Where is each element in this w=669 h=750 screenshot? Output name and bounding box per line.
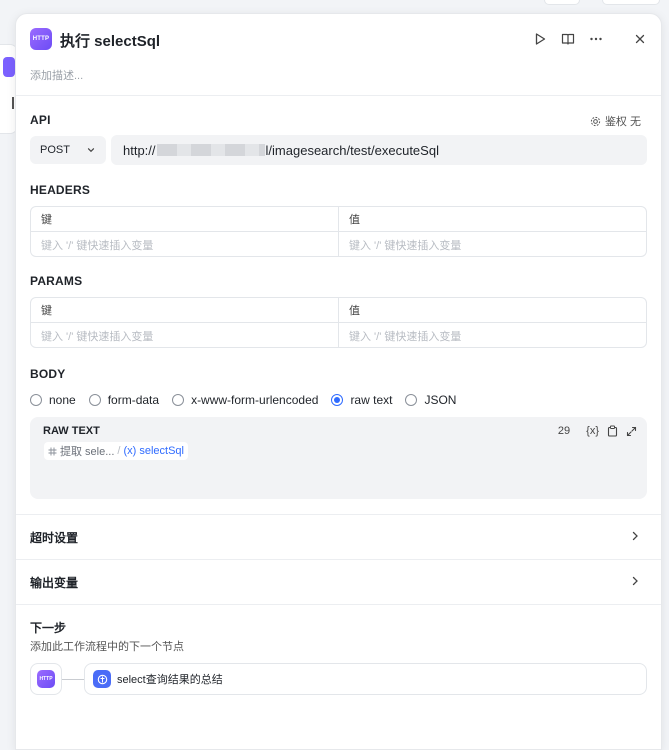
radio-circle-selected [331, 394, 344, 406]
node-description-input[interactable]: 添加描述... [30, 67, 83, 83]
radio-label: JSON [424, 393, 457, 407]
radio-circle [172, 394, 185, 406]
close-icon [635, 34, 645, 44]
url-prefix: http:// [123, 142, 156, 158]
header-actions [529, 28, 651, 50]
background-node-glyph [12, 97, 14, 109]
gear-icon [590, 116, 601, 126]
params-value-input[interactable]: 键入 '/' 键快速插入变量 [338, 323, 646, 348]
radio-circle [30, 394, 42, 406]
run-button[interactable] [529, 28, 551, 50]
timeout-settings-label: 超时设置 [30, 530, 79, 545]
radio-label: x-www-form-urlencoded [191, 393, 319, 407]
chevron-right-icon [632, 576, 638, 586]
next-step-target-label: select查询结果的总结 [117, 674, 223, 686]
http-node-icon: HTTP [30, 28, 52, 50]
brain-icon [97, 674, 107, 684]
output-variables-label: 输出变量 [30, 575, 79, 590]
section-divider [16, 604, 661, 605]
radio-label: form-data [107, 393, 160, 407]
body-type-none[interactable]: none [30, 393, 76, 407]
headers-table-row: 键入 '/' 键快速插入变量 键入 '/' 键快速插入变量 [31, 232, 646, 257]
headers-table-header: 键 值 [31, 207, 646, 232]
chip-variable-name: (x) selectSql [123, 445, 184, 457]
headers-key-input[interactable]: 键入 '/' 键快速插入变量 [31, 232, 338, 257]
chip-separator: / [117, 445, 121, 457]
http-node-icon: HTTP [37, 670, 55, 688]
api-section-label: API [30, 113, 51, 127]
background-node-icon [3, 57, 15, 77]
close-button[interactable] [629, 28, 651, 50]
radio-circle [405, 394, 418, 406]
params-section-label: PARAMS [30, 274, 83, 288]
help-docs-button[interactable] [557, 28, 579, 50]
headers-value-input[interactable]: 键入 '/' 键快速插入变量 [338, 232, 646, 257]
params-value-header: 值 [338, 298, 646, 322]
body-type-urlencoded[interactable]: x-www-form-urlencoded [172, 393, 318, 407]
radio-circle [88, 394, 101, 406]
params-table-header: 键 值 [31, 298, 646, 323]
body-type-radio-group: none form-data x-www-form-urlencoded raw… [30, 393, 469, 407]
next-step-source-node: HTTP [30, 663, 62, 695]
body-type-raw-text[interactable]: raw text [331, 393, 392, 407]
header-divider [613, 28, 623, 50]
grid-icon [48, 447, 57, 455]
chip-source-node: 提取 sele... [60, 446, 115, 458]
raw-text-editor[interactable]: RAW TEXT 29 {x} 提取 sele... / (x) selectS… [30, 417, 647, 499]
http-method-value: POST [40, 144, 70, 156]
background-toolbar-button[interactable] [602, 0, 660, 5]
auth-label: 鉴权 无 [604, 116, 641, 128]
book-icon [561, 33, 575, 45]
char-count: 29 [557, 425, 571, 437]
radio-label: raw text [350, 393, 393, 407]
body-type-form-data[interactable]: form-data [88, 393, 160, 407]
url-input[interactable]: http:// l/imagesearch/test/executeSql [111, 135, 647, 165]
node-config-panel: HTTP 执行 selectSql 添加描述... API 鉴权 无 POST [15, 13, 662, 750]
more-button[interactable] [585, 28, 607, 50]
headers-key-header: 键 [41, 214, 52, 226]
raw-text-title: RAW TEXT [43, 425, 100, 437]
expand-icon[interactable] [626, 426, 637, 437]
next-step-description: 添加此工作流程中的下一个节点 [30, 641, 184, 653]
chevron-right-icon [632, 531, 638, 541]
background-toolbar-button[interactable] [544, 0, 580, 5]
params-table: 键 值 键入 '/' 键快速插入变量 键入 '/' 键快速插入变量 [30, 297, 647, 348]
node-title[interactable]: 执行 selectSql [60, 30, 160, 51]
params-key-input[interactable]: 键入 '/' 键快速插入变量 [31, 323, 338, 348]
copy-icon[interactable] [607, 425, 618, 437]
body-type-json[interactable]: JSON [405, 393, 456, 407]
radio-label: none [49, 393, 76, 407]
auth-settings-button[interactable]: 鉴权 无 [590, 113, 641, 129]
variable-chip[interactable]: 提取 sele... / (x) selectSql [44, 442, 188, 460]
next-step-title: 下一步 [30, 621, 67, 635]
insert-variable-button[interactable]: {x} [586, 425, 599, 437]
headers-section-label: HEADERS [30, 183, 91, 197]
more-horizontal-icon [590, 37, 602, 41]
url-path: l/imagesearch/test/executeSql [265, 142, 439, 158]
chevron-down-icon [87, 148, 95, 153]
headers-table: 键 值 键入 '/' 键快速插入变量 键入 '/' 键快速插入变量 [30, 206, 647, 257]
next-step-target-node[interactable]: select查询结果的总结 [84, 663, 647, 695]
output-variables-row[interactable]: 输出变量 [16, 559, 661, 604]
timeout-settings-row[interactable]: 超时设置 [16, 514, 661, 559]
params-key-header: 键 [41, 305, 52, 317]
raw-text-tools: 29 {x} [558, 425, 637, 437]
params-table-row: 键入 '/' 键快速插入变量 键入 '/' 键快速插入变量 [31, 323, 646, 348]
play-icon [535, 33, 546, 45]
body-section-label: BODY [30, 367, 66, 381]
http-method-select[interactable]: POST [30, 136, 106, 164]
url-redacted-host [156, 144, 265, 156]
headers-value-header: 值 [338, 207, 646, 231]
node-connector [62, 679, 84, 680]
llm-node-icon [93, 670, 111, 688]
panel-header: HTTP 执行 selectSql 添加描述... [16, 14, 661, 96]
